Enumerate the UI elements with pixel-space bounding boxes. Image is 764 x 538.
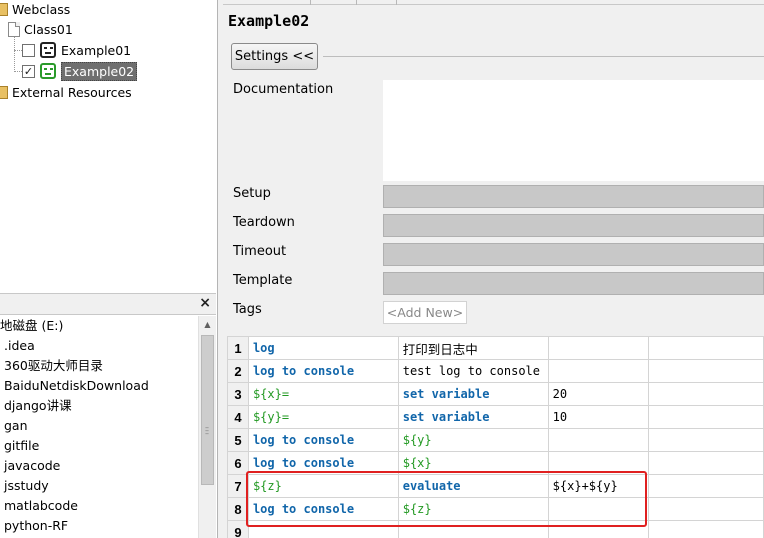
grid-cell[interactable]: ${x}= [247, 382, 399, 406]
tree-node-label: Example01 [61, 42, 132, 58]
row-number[interactable]: 2 [227, 359, 249, 383]
grip-icon: – – – [205, 423, 209, 438]
list-item[interactable]: python-RF [0, 516, 198, 536]
divider [323, 56, 764, 57]
file-explorer-list: 地磁盘 (E:) .idea 360驱动大师目录 BaiduNetdiskDow… [0, 316, 198, 538]
grid-cell[interactable] [647, 428, 764, 452]
tree-node-example02[interactable]: ✓ Example02 [22, 61, 138, 81]
row-number[interactable]: 5 [227, 428, 249, 452]
tree-node-external-resources[interactable]: External Resources [0, 82, 132, 102]
grid-cell[interactable]: log [247, 336, 399, 360]
documentation-field[interactable] [383, 80, 764, 181]
list-item[interactable]: jsstudy [0, 476, 198, 496]
table-row: 2 log to console test log to console [227, 359, 764, 383]
table-row: 4 ${y}= set variable 10 [227, 405, 764, 429]
tree-node-webclass[interactable]: Webclass [0, 0, 70, 19]
list-item[interactable]: django讲课 [0, 396, 198, 416]
grid-cell[interactable] [647, 451, 764, 475]
tree-node-label: Class01 [24, 21, 73, 37]
template-field[interactable] [383, 272, 764, 295]
table-row: 5 log to console ${y} [227, 428, 764, 452]
row-number[interactable]: 3 [227, 382, 249, 406]
timeout-field[interactable] [383, 243, 764, 266]
file-explorer-titlebar: × [0, 293, 216, 315]
grid-cell[interactable]: test log to console [397, 359, 549, 383]
testcase-checkbox[interactable] [22, 43, 35, 57]
grid-cell[interactable]: set variable [397, 405, 549, 429]
list-item[interactable]: gitfile [0, 436, 198, 456]
template-label: Template [233, 273, 293, 288]
row-number[interactable]: 6 [227, 451, 249, 475]
teardown-field[interactable] [383, 214, 764, 237]
grid-cell[interactable]: ${y} [397, 428, 549, 452]
grid-cell[interactable] [647, 336, 764, 360]
grid-cell[interactable]: 20 [547, 382, 649, 406]
tree-node-example01[interactable]: Example01 [22, 40, 131, 60]
robot-testcase-icon [40, 63, 56, 79]
resources-folder-icon [0, 85, 8, 99]
grid-cell[interactable] [647, 405, 764, 429]
list-item[interactable]: BaiduNetdiskDownload [0, 376, 198, 396]
grid-cell[interactable] [647, 359, 764, 383]
grid-cell[interactable]: log to console [247, 359, 399, 383]
documentation-label: Documentation [233, 82, 334, 97]
close-icon[interactable]: × [199, 295, 211, 311]
tree-node-class01[interactable]: Class01 [8, 19, 73, 39]
teardown-label: Teardown [233, 215, 295, 230]
tags-label: Tags [233, 302, 262, 317]
row-number[interactable]: 4 [227, 405, 249, 429]
tree-node-label-selected: Example02 [61, 61, 138, 81]
list-item[interactable]: matlabcode [0, 496, 198, 516]
file-icon [8, 21, 20, 37]
list-item-drive[interactable]: 地磁盘 (E:) [0, 316, 198, 336]
settings-toggle-button[interactable]: Settings << [231, 43, 318, 70]
grid-cell[interactable]: log to console [247, 428, 399, 452]
grid-cell[interactable] [547, 428, 649, 452]
tab-strip [223, 0, 764, 5]
left-panel: Webclass Class01 Example01 ✓ Example02 E… [0, 0, 217, 538]
test-tree: Webclass Class01 Example01 ✓ Example02 E… [0, 0, 216, 292]
grid-cell[interactable] [547, 336, 649, 360]
suite-folder-icon [0, 2, 8, 16]
setup-label: Setup [233, 186, 271, 201]
add-new-tag-button[interactable]: <Add New> [383, 301, 467, 324]
highlight-annotation-box [246, 471, 647, 527]
testcase-checkbox-checked[interactable]: ✓ [22, 64, 35, 78]
grid-cell[interactable] [647, 497, 764, 521]
tree-node-label: External Resources [12, 84, 132, 100]
grid-cell[interactable]: 打印到日志中 [397, 336, 549, 360]
setup-field[interactable] [383, 185, 764, 208]
grid-cell[interactable]: ${y}= [247, 405, 399, 429]
table-row: 3 ${x}= set variable 20 [227, 382, 764, 406]
grid-cell[interactable]: 10 [547, 405, 649, 429]
row-number[interactable]: 1 [227, 336, 249, 360]
timeout-label: Timeout [233, 244, 287, 259]
list-item[interactable]: .idea [0, 336, 198, 356]
list-item[interactable]: 360驱动大师目录 [0, 356, 198, 376]
robot-testcase-icon [40, 42, 56, 58]
page-title: Example02 [228, 12, 310, 30]
scroll-up-arrow-icon[interactable]: ▲ [199, 316, 216, 333]
table-row: 1 log 打印到日志中 [227, 336, 764, 360]
grid-cell[interactable] [647, 382, 764, 406]
list-item[interactable]: javacode [0, 456, 198, 476]
editor-panel: Example02 Settings << Documentation Setu… [223, 0, 764, 538]
scrollbar-thumb[interactable]: – – – [201, 335, 214, 485]
grid-cell[interactable] [547, 359, 649, 383]
tree-node-label: Webclass [12, 1, 71, 17]
grid-cell[interactable] [647, 474, 764, 498]
vertical-scrollbar[interactable]: ▲ – – – [198, 316, 216, 538]
grid-cell[interactable] [647, 520, 764, 538]
grid-cell[interactable]: set variable [397, 382, 549, 406]
list-item[interactable]: gan [0, 416, 198, 436]
